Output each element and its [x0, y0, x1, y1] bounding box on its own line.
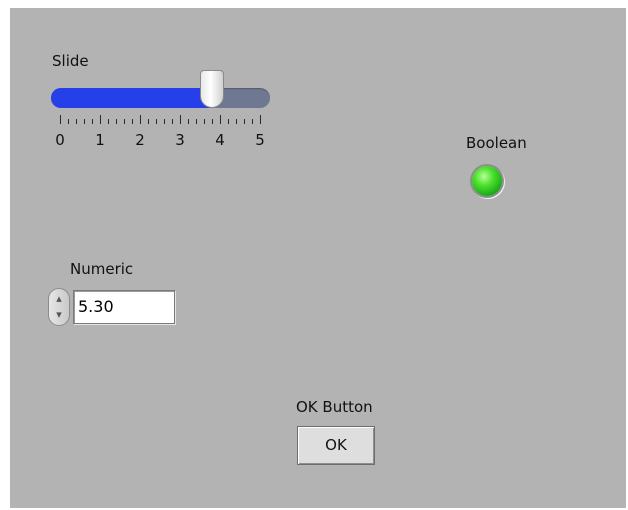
slide-track[interactable]: [51, 88, 270, 108]
minor-tick: [228, 119, 229, 124]
slide-label: Slide: [52, 52, 89, 70]
boolean-led-indicator[interactable]: [472, 166, 502, 196]
slide-scale-label: 1: [95, 131, 105, 149]
major-tick: [60, 115, 61, 124]
numeric-control: ▴ ▾ 5.30: [48, 286, 178, 330]
minor-tick: [212, 119, 213, 124]
minor-tick: [252, 119, 253, 124]
minor-tick: [124, 119, 125, 124]
minor-tick: [76, 119, 77, 124]
minor-tick: [196, 119, 197, 124]
slide-fill: [51, 88, 212, 108]
slide-scale-label: 0: [55, 131, 65, 149]
slide-thumb[interactable]: [200, 70, 224, 108]
decrement-arrow-icon[interactable]: ▾: [52, 307, 66, 323]
minor-tick: [148, 119, 149, 124]
minor-tick: [68, 119, 69, 124]
slide-scale: [60, 115, 261, 127]
minor-tick: [204, 119, 205, 124]
ok-button-label: OK Button: [296, 398, 373, 416]
major-tick: [140, 115, 141, 124]
major-tick: [260, 115, 261, 124]
major-tick: [100, 115, 101, 124]
ok-button[interactable]: OK: [297, 426, 375, 465]
minor-tick: [84, 119, 85, 124]
numeric-spinner: ▴ ▾: [48, 288, 70, 326]
slide-scale-label: 3: [175, 131, 185, 149]
major-tick: [220, 115, 221, 124]
minor-tick: [164, 119, 165, 124]
minor-tick: [244, 119, 245, 124]
minor-tick: [92, 119, 93, 124]
major-tick: [180, 115, 181, 124]
numeric-input[interactable]: 5.30: [73, 290, 175, 324]
minor-tick: [236, 119, 237, 124]
minor-tick: [116, 119, 117, 124]
minor-tick: [132, 119, 133, 124]
increment-arrow-icon[interactable]: ▴: [52, 291, 66, 307]
minor-tick: [172, 119, 173, 124]
numeric-label: Numeric: [70, 260, 134, 278]
minor-tick: [188, 119, 189, 124]
minor-tick: [156, 119, 157, 124]
slide-scale-label: 5: [255, 131, 265, 149]
slide-scale-label: 2: [135, 131, 145, 149]
minor-tick: [108, 119, 109, 124]
slide-scale-label: 4: [215, 131, 225, 149]
boolean-label: Boolean: [466, 134, 527, 152]
